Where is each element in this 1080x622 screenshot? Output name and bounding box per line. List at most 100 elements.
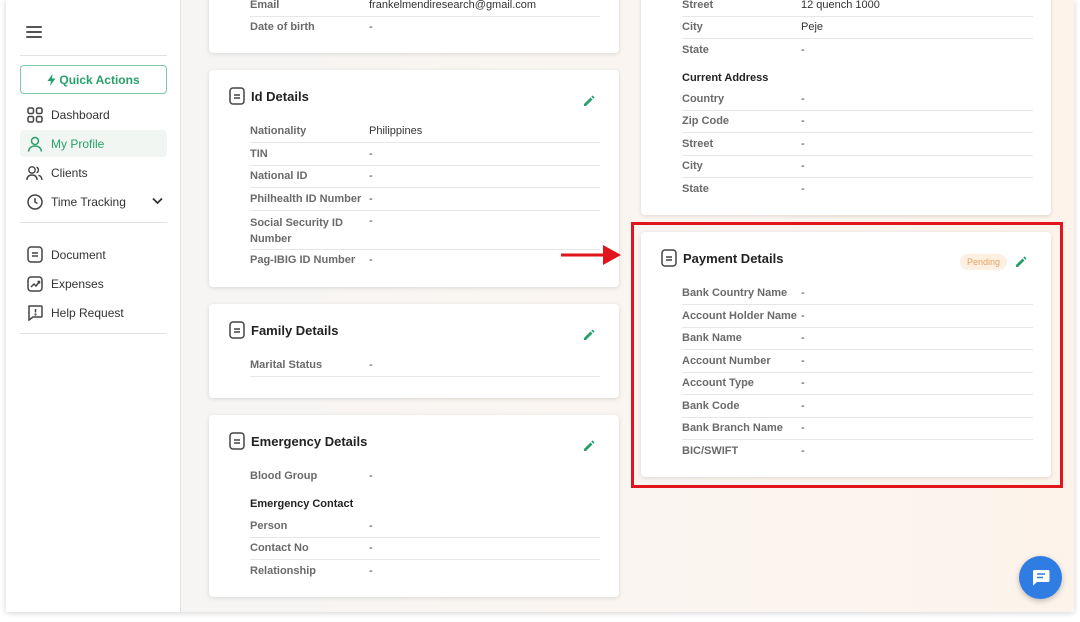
edit-icon[interactable] <box>583 95 595 107</box>
row-value: - <box>369 254 373 266</box>
row-label: Person <box>250 520 288 532</box>
row-value: Peje <box>801 21 824 33</box>
row-label: Street <box>682 138 714 150</box>
row-label: State <box>682 44 709 56</box>
detail-row: Person - <box>250 516 600 538</box>
row-label: Country <box>682 93 725 105</box>
detail-row: Contact No - <box>250 538 600 560</box>
row-value: - <box>801 93 805 105</box>
address-details-card: Street 12 quench 1000 City Peje State - … <box>641 0 1051 215</box>
detail-row: Nationality Philippines <box>250 121 600 143</box>
family-details-card: Family Details Marital Status - <box>209 304 619 398</box>
section-heading: Current Address <box>682 72 769 84</box>
sidebar-item-label: Dashboard <box>51 107 110 122</box>
row-value: - <box>369 520 373 532</box>
detail-row: Relationship - <box>250 561 600 583</box>
menu-icon[interactable] <box>26 26 42 38</box>
arrow-right-icon <box>561 245 621 265</box>
row-label: Pag-IBIG ID Number <box>250 254 356 266</box>
row-value: - <box>369 193 373 205</box>
row-label: Philhealth ID Number <box>250 193 362 205</box>
card-title: Id Details <box>229 87 309 105</box>
users-icon <box>26 164 43 181</box>
row-value: - <box>801 138 805 150</box>
row-label: Marital Status <box>250 359 323 371</box>
detail-row: State - <box>682 40 1033 62</box>
main-content: Email frankelmendiresearch@gmail.com Dat… <box>181 0 1074 612</box>
row-label: TIN <box>250 148 268 160</box>
detail-row: Pag-IBIG ID Number - <box>250 250 600 272</box>
row-label: Blood Group <box>250 470 318 482</box>
row-value: - <box>369 148 373 160</box>
row-value: - <box>369 170 373 182</box>
detail-row: Marital Status - <box>250 355 600 377</box>
card-title: Family Details <box>229 321 338 339</box>
sidebar-item-label: Expenses <box>51 276 104 291</box>
row-value: - <box>801 115 805 127</box>
app-window: Quick Actions Dashboard My Profile Clien… <box>6 0 1074 612</box>
card-title-text: Family Details <box>251 322 339 338</box>
sidebar-item-label: Help Request <box>51 305 124 320</box>
clock-icon <box>26 193 43 210</box>
divider <box>20 222 167 223</box>
detail-row: City Peje <box>682 17 1033 39</box>
row-value: - <box>369 565 373 577</box>
chevron-down-icon[interactable] <box>152 194 163 208</box>
row-label: Social Security ID Number <box>250 217 343 245</box>
detail-row: State - <box>682 179 1033 201</box>
sidebar-item-clients[interactable]: Clients <box>20 159 167 186</box>
row-value: - <box>801 183 805 195</box>
document-icon <box>229 321 245 339</box>
row-value: - <box>369 21 373 33</box>
divider <box>20 333 167 334</box>
sidebar-item-dashboard[interactable]: Dashboard <box>20 101 167 128</box>
row-label: Relationship <box>250 565 317 577</box>
edit-icon[interactable] <box>583 440 595 452</box>
row-label: Email <box>250 0 280 11</box>
emergency-details-card: Emergency Details Blood Group - Emergenc… <box>209 415 619 597</box>
sidebar-item-help-request[interactable]: Help Request <box>20 299 167 326</box>
help-icon <box>26 304 43 321</box>
sidebar-item-document[interactable]: Document <box>20 241 167 268</box>
card-title-text: Id Details <box>251 88 309 104</box>
sidebar-item-expenses[interactable]: Expenses <box>20 270 167 297</box>
detail-row: TIN - <box>250 144 600 166</box>
sidebar: Quick Actions Dashboard My Profile Clien… <box>6 0 181 612</box>
row-label: Contact No <box>250 542 309 554</box>
sidebar-item-label: Clients <box>51 165 88 180</box>
row-label: National ID <box>250 170 308 182</box>
lightning-icon <box>47 73 56 86</box>
document-icon <box>229 432 245 450</box>
chat-button[interactable] <box>1019 556 1062 599</box>
row-value: - <box>369 359 373 371</box>
sidebar-item-time-tracking[interactable]: Time Tracking <box>20 188 167 215</box>
document-icon <box>229 87 245 105</box>
personal-details-card: Email frankelmendiresearch@gmail.com Dat… <box>209 0 619 53</box>
quick-actions-button[interactable]: Quick Actions <box>20 65 167 94</box>
row-label: Date of birth <box>250 21 315 33</box>
document-icon <box>26 246 43 263</box>
row-value: Philippines <box>369 125 423 137</box>
chart-icon <box>26 275 43 292</box>
grid-icon <box>26 106 43 123</box>
chat-icon <box>1032 570 1049 586</box>
detail-row: Philhealth ID Number - <box>250 189 600 211</box>
row-label: Nationality <box>250 125 307 137</box>
row-label: State <box>682 183 709 195</box>
edit-icon[interactable] <box>583 329 595 341</box>
id-details-card: Id Details Nationality Philippines TIN -… <box>209 70 619 287</box>
row-value: frankelmendiresearch@gmail.com <box>369 0 537 11</box>
row-value: - <box>369 470 373 482</box>
card-title: Emergency Details <box>229 432 367 450</box>
row-value: - <box>801 160 805 172</box>
quick-actions-label: Quick Actions <box>59 72 140 87</box>
detail-row: Country - <box>682 89 1033 111</box>
row-value: 12 quench 1000 <box>801 0 880 11</box>
row-value: - <box>369 542 373 554</box>
row-label: Zip Code <box>682 115 730 127</box>
sidebar-item-my-profile[interactable]: My Profile <box>20 130 167 157</box>
row-value: - <box>369 215 373 227</box>
highlight-box <box>631 222 1063 488</box>
detail-row: Street 12 quench 1000 <box>682 0 1033 17</box>
section-heading: Emergency Contact <box>250 498 354 510</box>
